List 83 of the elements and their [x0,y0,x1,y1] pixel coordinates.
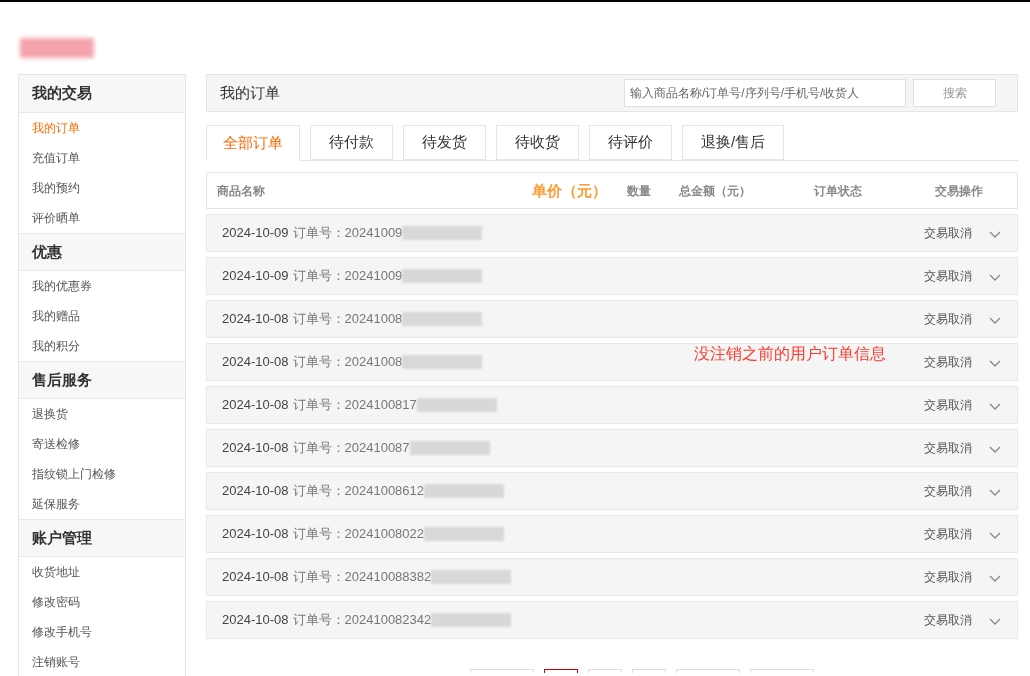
order-label: 订单号： [292,568,345,587]
order-label: 订单号： [292,224,345,243]
sidebar-heading: 优惠 [32,241,62,262]
order-number: 20241008 [344,310,403,329]
sidebar-heading: 账户管理 [32,527,92,548]
order-label: 订单号： [292,353,345,372]
order-label: 订单号： [292,310,345,329]
sidebar-item[interactable]: 注销账号 [32,653,80,671]
page-title: 我的订单 [220,82,280,103]
order-date: 2024-10-08 [222,310,289,329]
column-header: 总金额（元） [679,182,751,200]
sidebar-item[interactable]: 我的预约 [32,179,80,197]
order-number: 20241008 [344,353,403,372]
chevron-down-icon[interactable] [989,230,1001,239]
order-number: 2024100817 [344,396,417,415]
order-date: 2024-10-09 [222,224,289,243]
sidebar-item[interactable]: 寄送检修 [32,435,80,453]
chevron-down-icon[interactable] [989,617,1001,626]
sidebar-item[interactable]: 充值订单 [32,149,80,167]
chevron-down-icon[interactable] [989,359,1001,368]
column-header: 交易操作 [935,182,983,200]
order-label: 订单号： [292,267,345,286]
order-date: 2024-10-08 [222,525,289,544]
order-status: 交易取消 [924,225,972,242]
page-button[interactable] [544,669,578,673]
order-label: 订单号： [292,439,345,458]
column-header: 商品名称 [217,182,265,200]
chevron-down-icon[interactable] [989,402,1001,411]
order-status: 交易取消 [924,483,972,500]
order-date: 2024-10-09 [222,267,289,286]
search-field[interactable]: 输入商品名称/订单号/序列号/手机号/收货人 [624,79,906,107]
tab[interactable]: 待收货 [496,125,579,160]
order-date: 2024-10-08 [222,611,289,630]
sidebar-item[interactable]: 修改密码 [32,593,80,611]
order-status: 交易取消 [924,612,972,629]
sidebar-heading: 我的交易 [32,83,92,104]
sidebar-item[interactable]: 延保服务 [32,495,80,513]
order-status: 交易取消 [924,569,972,586]
order-number: 20241009 [344,224,403,243]
column-header: 订单状态 [814,182,862,200]
chevron-down-icon[interactable] [989,316,1001,325]
order-label: 订单号： [292,525,345,544]
tab[interactable]: 待发货 [403,125,486,160]
tab[interactable]: 待评价 [589,125,672,160]
order-number: 202410082342 [344,611,432,630]
sidebar-item[interactable]: 退换货 [32,405,68,423]
order-date: 2024-10-08 [222,353,289,372]
sidebar-item[interactable]: 修改手机号 [32,623,92,641]
order-date: 2024-10-08 [222,482,289,501]
sidebar-item[interactable]: 评价晒单 [32,209,80,227]
chevron-down-icon[interactable] [989,488,1001,497]
chevron-down-icon[interactable] [989,273,1001,282]
order-label: 订单号： [292,482,345,501]
order-status: 交易取消 [924,526,972,543]
sidebar-item[interactable]: 我的积分 [32,337,80,355]
sidebar-heading: 售后服务 [32,369,92,390]
sidebar-item[interactable]: 我的赠品 [32,307,80,325]
order-number: 202410088382 [344,568,432,587]
order-status: 交易取消 [924,268,972,285]
order-status: 交易取消 [924,397,972,414]
order-number: 20241008612 [344,482,425,501]
order-number: 202410087 [344,439,410,458]
order-date: 2024-10-08 [222,439,289,458]
column-header: 单价（元） [532,180,607,201]
chevron-down-icon[interactable] [989,445,1001,454]
column-header: 数量 [627,182,651,200]
order-label: 订单号： [292,396,345,415]
order-label: 订单号： [292,611,345,630]
annotation-text: 没注销之前的用户订单信息 [694,344,886,364]
order-status: 交易取消 [924,354,972,371]
order-number: 20241008022 [344,525,425,544]
order-number: 20241009 [344,267,403,286]
chevron-down-icon[interactable] [989,574,1001,583]
tab[interactable]: 退换/售后 [682,125,785,160]
sidebar-item[interactable]: 指纹锁上门检修 [32,465,116,483]
order-date: 2024-10-08 [222,396,289,415]
order-status: 交易取消 [924,311,972,328]
chevron-down-icon[interactable] [989,531,1001,540]
sidebar-item[interactable]: 我的优惠券 [32,277,92,295]
order-status: 交易取消 [924,440,972,457]
sidebar-item[interactable]: 收货地址 [32,563,80,581]
tab[interactable]: 待付款 [310,125,393,160]
order-date: 2024-10-08 [222,568,289,587]
